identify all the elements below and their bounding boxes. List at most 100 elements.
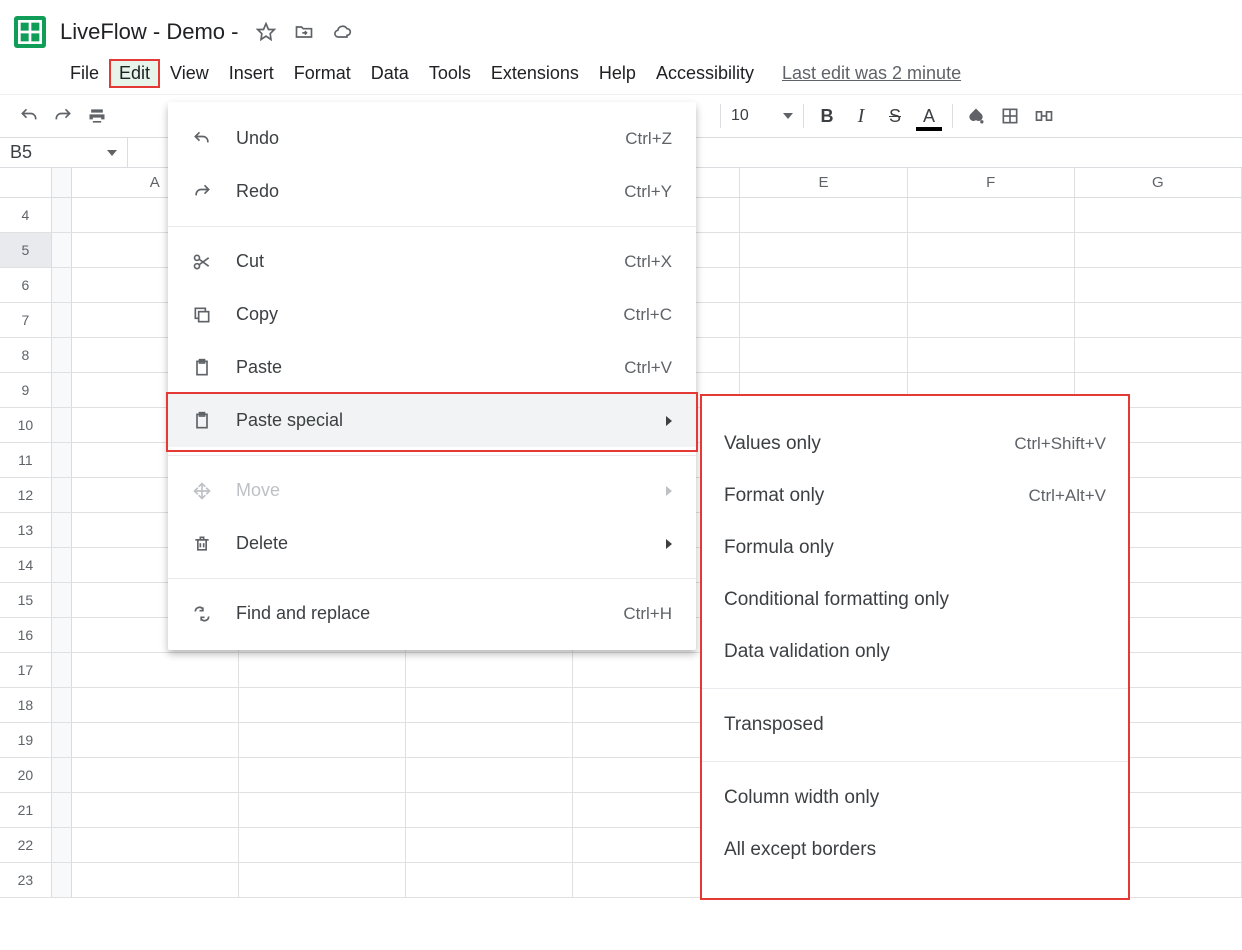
cell[interactable] — [406, 723, 573, 757]
cell[interactable] — [406, 688, 573, 722]
menu-undo[interactable]: Undo Ctrl+Z — [168, 112, 696, 165]
column-header-F[interactable]: F — [908, 168, 1075, 197]
cell[interactable] — [406, 758, 573, 792]
cell[interactable] — [239, 758, 406, 792]
cell[interactable] — [72, 793, 239, 827]
paste-transposed[interactable]: Transposed — [702, 699, 1128, 751]
cell[interactable] — [72, 863, 239, 897]
row-header[interactable]: 16 — [0, 618, 52, 652]
menu-view[interactable]: View — [160, 59, 219, 88]
menu-delete[interactable]: Delete — [168, 517, 696, 570]
cell[interactable] — [1075, 198, 1242, 232]
cell[interactable] — [72, 688, 239, 722]
cell[interactable] — [908, 338, 1075, 372]
menu-edit[interactable]: Edit — [109, 59, 160, 88]
fill-color-button[interactable] — [959, 99, 993, 133]
menu-redo[interactable]: Redo Ctrl+Y — [168, 165, 696, 218]
menu-tools[interactable]: Tools — [419, 59, 481, 88]
row-header[interactable]: 14 — [0, 548, 52, 582]
row-header[interactable]: 10 — [0, 408, 52, 442]
row-header[interactable]: 9 — [0, 373, 52, 407]
cell[interactable] — [239, 863, 406, 897]
move-folder-icon[interactable] — [290, 18, 318, 46]
paste-all-except-borders[interactable]: All except borders — [702, 824, 1128, 876]
strikethrough-button[interactable]: S — [878, 99, 912, 133]
row-header[interactable]: 15 — [0, 583, 52, 617]
paste-formula-only[interactable]: Formula only — [702, 522, 1128, 574]
column-header-G[interactable]: G — [1075, 168, 1242, 197]
row-header[interactable]: 23 — [0, 863, 52, 897]
row-header[interactable]: 4 — [0, 198, 52, 232]
paste-format-only[interactable]: Format only Ctrl+Alt+V — [702, 470, 1128, 522]
last-edit-link[interactable]: Last edit was 2 minute — [782, 63, 961, 84]
cell[interactable] — [406, 793, 573, 827]
cell[interactable] — [239, 828, 406, 862]
cell[interactable] — [740, 233, 907, 267]
cell[interactable] — [740, 198, 907, 232]
cell[interactable] — [406, 653, 573, 687]
cell[interactable] — [740, 338, 907, 372]
paste-data-validation-only[interactable]: Data validation only — [702, 626, 1128, 678]
cell[interactable] — [239, 793, 406, 827]
cell[interactable] — [908, 233, 1075, 267]
cell[interactable] — [1075, 338, 1242, 372]
cell[interactable] — [908, 198, 1075, 232]
row-header[interactable]: 7 — [0, 303, 52, 337]
column-header-E[interactable]: E — [740, 168, 907, 197]
cell[interactable] — [740, 268, 907, 302]
cell[interactable] — [740, 303, 907, 337]
font-size-select[interactable]: 10 — [727, 107, 797, 125]
menu-format[interactable]: Format — [284, 59, 361, 88]
menu-paste-special[interactable]: Paste special — [168, 394, 696, 447]
menu-find-replace[interactable]: Find and replace Ctrl+H — [168, 587, 696, 640]
menu-data[interactable]: Data — [361, 59, 419, 88]
cell[interactable] — [72, 723, 239, 757]
row-header[interactable]: 13 — [0, 513, 52, 547]
italic-button[interactable]: I — [844, 99, 878, 133]
row-header[interactable]: 5 — [0, 233, 52, 267]
row-header[interactable]: 17 — [0, 653, 52, 687]
row-header[interactable]: 18 — [0, 688, 52, 722]
paste-column-width-only[interactable]: Column width only — [702, 772, 1128, 824]
row-header[interactable]: 12 — [0, 478, 52, 512]
paste-conditional-formatting-only[interactable]: Conditional formatting only — [702, 574, 1128, 626]
select-all-corner[interactable] — [0, 168, 52, 197]
row-header[interactable]: 6 — [0, 268, 52, 302]
cell[interactable] — [239, 723, 406, 757]
cell[interactable] — [406, 863, 573, 897]
merge-cells-button[interactable] — [1027, 99, 1061, 133]
bold-button[interactable]: B — [810, 99, 844, 133]
menu-accessibility[interactable]: Accessibility — [646, 59, 764, 88]
print-button[interactable] — [80, 99, 114, 133]
redo-button[interactable] — [46, 99, 80, 133]
undo-button[interactable] — [12, 99, 46, 133]
row-header[interactable]: 19 — [0, 723, 52, 757]
cell[interactable] — [72, 828, 239, 862]
cell[interactable] — [908, 268, 1075, 302]
cell[interactable] — [908, 303, 1075, 337]
menu-cut[interactable]: Cut Ctrl+X — [168, 235, 696, 288]
menu-file[interactable]: File — [60, 59, 109, 88]
menu-extensions[interactable]: Extensions — [481, 59, 589, 88]
borders-button[interactable] — [993, 99, 1027, 133]
menu-copy[interactable]: Copy Ctrl+C — [168, 288, 696, 341]
sheets-logo[interactable] — [8, 12, 52, 52]
document-title[interactable]: LiveFlow - Demo - — [60, 19, 238, 45]
row-header[interactable]: 22 — [0, 828, 52, 862]
row-header[interactable]: 20 — [0, 758, 52, 792]
row-header[interactable]: 8 — [0, 338, 52, 372]
cell[interactable] — [1075, 268, 1242, 302]
cell[interactable] — [406, 828, 573, 862]
paste-values-only[interactable]: Values only Ctrl+Shift+V — [702, 418, 1128, 470]
menu-paste[interactable]: Paste Ctrl+V — [168, 341, 696, 394]
cloud-status-icon[interactable] — [328, 18, 356, 46]
cell[interactable] — [1075, 303, 1242, 337]
menu-insert[interactable]: Insert — [219, 59, 284, 88]
menu-help[interactable]: Help — [589, 59, 646, 88]
name-box[interactable]: B5 — [0, 138, 128, 167]
text-color-button[interactable]: A — [912, 99, 946, 133]
cell[interactable] — [72, 758, 239, 792]
star-icon[interactable] — [252, 18, 280, 46]
cell[interactable] — [239, 653, 406, 687]
cell[interactable] — [239, 688, 406, 722]
